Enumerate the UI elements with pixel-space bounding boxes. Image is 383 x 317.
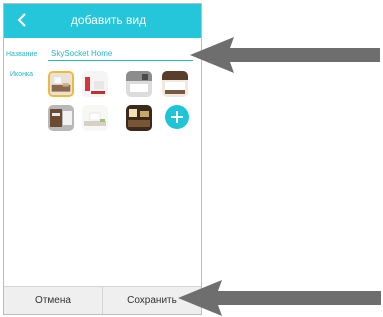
bedroom-thumb[interactable] xyxy=(162,71,188,97)
page-title: добавить вид xyxy=(70,13,147,27)
name-field-arrow-icon xyxy=(190,37,380,73)
kitchen-thumb[interactable] xyxy=(48,105,74,131)
name-input[interactable] xyxy=(48,46,193,61)
top-bar: добавить вид xyxy=(4,4,201,38)
name-label: Название xyxy=(6,51,38,58)
add-icon-button[interactable] xyxy=(165,105,189,129)
icon-label: Иконка xyxy=(10,71,34,78)
bathroom-thumb[interactable] xyxy=(126,71,152,97)
phone-screen: добавить вид Название Иконка xyxy=(3,3,202,315)
bottom-bar: Отмена Сохранить xyxy=(4,286,201,314)
living-room-thumb[interactable] xyxy=(48,71,74,97)
red-room-thumb[interactable] xyxy=(82,71,108,97)
save-button-arrow-icon xyxy=(178,280,381,316)
plus-icon xyxy=(171,111,183,123)
bright-room-thumb[interactable] xyxy=(82,105,108,131)
dining-room-thumb[interactable] xyxy=(126,105,152,131)
cancel-button[interactable]: Отмена xyxy=(4,287,103,314)
